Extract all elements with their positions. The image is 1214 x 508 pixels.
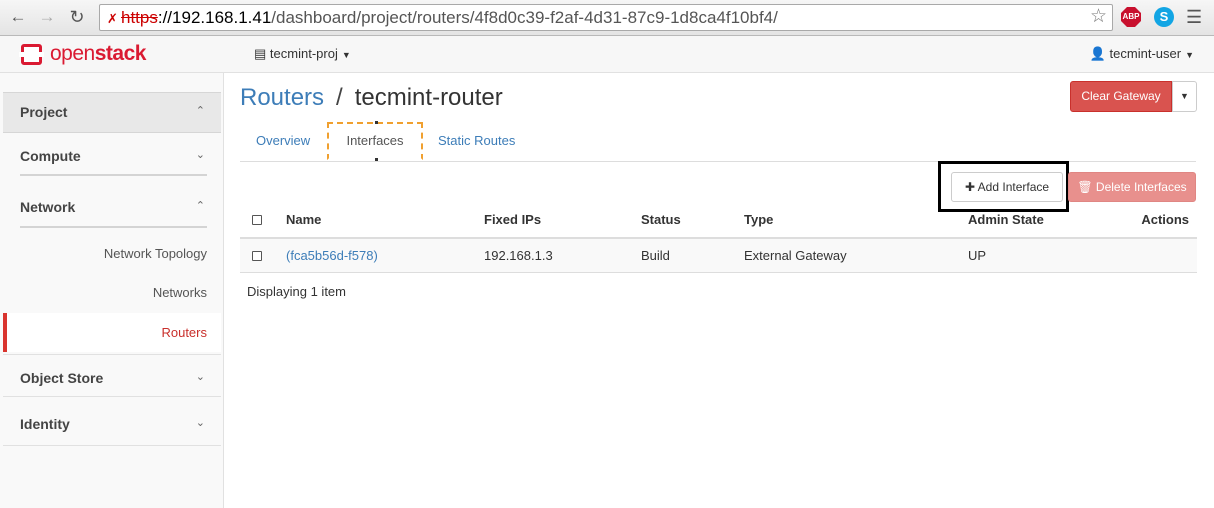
trash-icon: 🗑 xyxy=(1077,180,1093,194)
table-item-count: Displaying 1 item xyxy=(247,284,346,299)
caret-down-icon: ▼ xyxy=(1185,50,1194,60)
column-header-fixed-ips[interactable]: Fixed IPs xyxy=(484,212,541,227)
interface-type: External Gateway xyxy=(744,248,847,263)
sidebar-item-networks[interactable]: Networks xyxy=(3,273,221,312)
brand-name[interactable]: openstack xyxy=(50,42,146,66)
sidebar-section-label: Network xyxy=(20,199,76,215)
interfaces-table: Name Fixed IPs Status Type Admin State A… xyxy=(240,202,1197,273)
sidebar-section-project[interactable]: Project ⌃ xyxy=(3,92,221,133)
reload-icon[interactable]: ↻ xyxy=(66,6,88,28)
clear-gateway-button[interactable]: Clear Gateway xyxy=(1070,81,1172,112)
project-icon: ▤ xyxy=(254,46,267,61)
plus-icon: ✚ xyxy=(964,180,975,194)
tab-overview[interactable]: Overview xyxy=(256,122,310,162)
more-actions-dropdown[interactable]: ▼ xyxy=(1172,81,1197,112)
project-switcher[interactable]: ▤ tecmint-proj ▼ xyxy=(254,46,351,62)
url-path: /dashboard/project/routers/4f8d0c39-f2af… xyxy=(271,8,778,27)
sidebar-section-network[interactable]: Network ⌃ xyxy=(3,187,221,228)
delete-interfaces-button[interactable]: 🗑 Delete Interfaces xyxy=(1068,172,1196,202)
select-all-checkbox[interactable] xyxy=(252,215,262,225)
sidebar-section-label: Object Store xyxy=(20,370,104,386)
user-name: tecmint-user xyxy=(1109,46,1182,61)
sidebar-section-compute[interactable]: Compute ⌄ xyxy=(3,134,221,176)
chevron-up-icon: ⌃ xyxy=(195,200,205,212)
interface-fixed-ips: 192.168.1.3 xyxy=(484,248,553,263)
chevron-down-icon: ⌄ xyxy=(195,149,205,161)
forward-arrow-icon[interactable]: → xyxy=(36,6,58,28)
add-interface-label: Add Interface xyxy=(977,180,1050,194)
table-header: Name Fixed IPs Status Type Admin State A… xyxy=(240,202,1197,239)
breadcrumb-routers[interactable]: Routers xyxy=(240,84,324,111)
chevron-down-icon: ⌄ xyxy=(195,417,205,429)
add-interface-button[interactable]: ✚ Add Interface xyxy=(951,172,1063,202)
tab-static-routes[interactable]: Static Routes xyxy=(438,122,515,162)
url-scheme: https xyxy=(121,8,158,27)
delete-interfaces-label: Delete Interfaces xyxy=(1095,180,1187,194)
chevron-up-icon: ⌃ xyxy=(195,105,205,117)
chevron-down-icon: ⌄ xyxy=(195,371,205,383)
sidebar-item-routers[interactable]: Routers xyxy=(3,313,221,352)
skype-icon[interactable]: S xyxy=(1154,7,1174,27)
address-bar[interactable]: ✗ https://192.168.1.41/dashboard/project/… xyxy=(99,4,1113,31)
openstack-logo-icon xyxy=(19,44,44,65)
browser-menu-icon[interactable]: ☰ xyxy=(1186,6,1202,28)
user-menu[interactable]: 👤 tecmint-user ▼ xyxy=(1090,46,1194,62)
dashboard-header: openstack ▤ tecmint-proj ▼ 👤 tecmint-user… xyxy=(0,36,1214,73)
interface-name-link[interactable]: (fca5b56d-f578) xyxy=(286,248,378,263)
url-host: ://192.168.1.41 xyxy=(157,8,272,27)
interface-status: Build xyxy=(641,248,670,263)
page-title: Routers / tecmint-router xyxy=(240,84,503,112)
sidebar-section-label: Identity xyxy=(20,416,70,432)
back-arrow-icon[interactable]: ← xyxy=(7,6,29,28)
insecure-lock-icon: ✗ xyxy=(107,11,118,26)
caret-down-icon: ▼ xyxy=(1180,91,1189,101)
caret-down-icon: ▼ xyxy=(341,50,351,60)
breadcrumb-separator: / xyxy=(336,84,343,111)
sidebar-section-label: Compute xyxy=(20,148,81,164)
column-header-admin-state[interactable]: Admin State xyxy=(968,212,1044,227)
interface-admin-state: UP xyxy=(968,248,987,263)
sidebar-section-identity[interactable]: Identity ⌄ xyxy=(3,403,221,446)
user-icon: 👤 xyxy=(1089,46,1106,61)
column-header-type[interactable]: Type xyxy=(744,212,773,227)
row-checkbox[interactable] xyxy=(252,251,262,261)
sidebar-item-network-topology[interactable]: Network Topology xyxy=(3,234,221,273)
column-header-actions: Actions xyxy=(1141,212,1189,227)
adblock-icon[interactable]: ABP xyxy=(1121,7,1141,27)
sidebar-section-object-store[interactable]: Object Store ⌄ xyxy=(3,354,221,397)
router-name: tecmint-router xyxy=(354,84,503,111)
column-header-name[interactable]: Name xyxy=(286,212,321,227)
project-name: tecmint-proj xyxy=(269,46,338,61)
bookmark-star-icon[interactable]: ☆ xyxy=(1090,7,1107,27)
router-tabs: Overview Interfaces Static Routes xyxy=(240,121,1196,162)
tab-interfaces[interactable]: Interfaces xyxy=(327,121,423,161)
browser-toolbar: ← → ↻ ✗ https://192.168.1.41/dashboard/pr… xyxy=(0,0,1214,36)
sidebar-section-label: Project xyxy=(20,104,68,120)
table-row: (fca5b56d-f578) 192.168.1.3 Build Extern… xyxy=(240,239,1197,273)
sidebar: Project ⌃ Compute ⌄ Network ⌃ Network To… xyxy=(0,73,224,508)
column-header-status[interactable]: Status xyxy=(641,212,681,227)
